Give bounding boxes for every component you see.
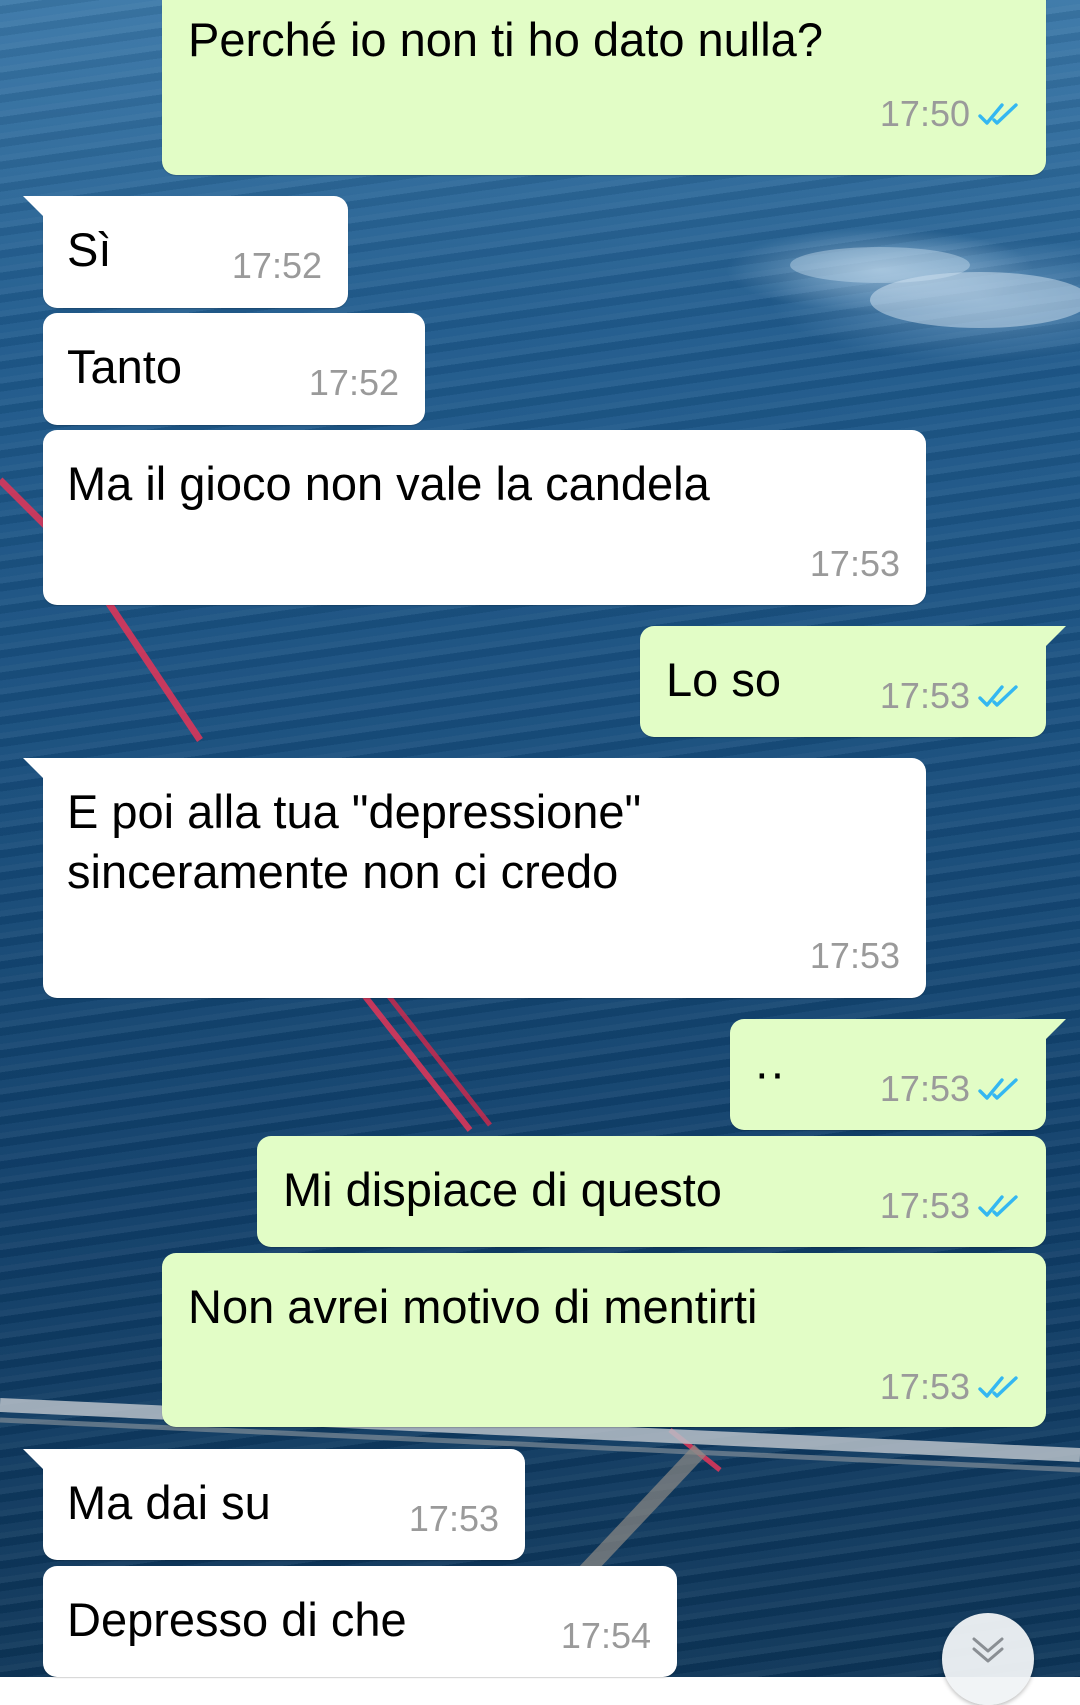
message-time: 17:53: [408, 1498, 499, 1539]
message-meta: 17:53: [880, 1367, 1020, 1407]
message-meta: 17:53: [810, 544, 900, 584]
message-text: Ma il gioco non vale la candela: [67, 457, 710, 510]
message-text: E poi alla tua "depressione" sincerament…: [67, 785, 642, 898]
message-bubble-incoming[interactable]: Sì 17:52: [23, 196, 348, 308]
message-meta: 17:54: [561, 1616, 651, 1656]
message-time: 17:53: [879, 675, 970, 716]
message-meta: 17:52: [232, 246, 322, 286]
message-bubble-incoming[interactable]: Ma dai su 17:53: [23, 1449, 525, 1560]
message-meta: 17:53: [409, 1499, 499, 1539]
message-meta: 17:53: [810, 936, 900, 976]
message-bubble-outgoing[interactable]: Mi dispiace di questo 17:53: [257, 1136, 1046, 1247]
message-bubble-incoming[interactable]: E poi alla tua "depressione" sincerament…: [23, 758, 926, 998]
message-text: Mi dispiace di questo: [283, 1163, 722, 1216]
message-text: Perché io non ti ho dato nulla?: [188, 13, 823, 66]
message-text: ··: [754, 1046, 786, 1099]
chevron-double-down-icon: [972, 1637, 1004, 1663]
double-check-icon: [978, 1078, 1018, 1100]
message-bubble-outgoing[interactable]: ·· 17:53: [730, 1019, 1066, 1130]
message-list[interactable]: Perché io non ti ho dato nulla? 17:50 Sì…: [0, 0, 1080, 1677]
message-time: 17:53: [879, 1366, 970, 1407]
message-text: Lo so: [666, 653, 781, 706]
message-time: 17:52: [308, 362, 399, 403]
message-text: Ma dai su: [67, 1476, 271, 1529]
message-time: 17:52: [231, 245, 322, 286]
message-time: 17:53: [809, 935, 900, 976]
message-meta: 17:52: [309, 363, 399, 403]
message-time: 17:53: [879, 1068, 970, 1109]
message-bubble-incoming[interactable]: Tanto 17:52: [43, 313, 425, 425]
message-time: 17:50: [879, 93, 970, 134]
message-meta: 17:53: [880, 1069, 1020, 1109]
message-time: 17:53: [809, 543, 900, 584]
double-check-icon: [978, 1376, 1018, 1398]
double-check-icon: [978, 103, 1018, 125]
message-bubble-incoming[interactable]: Depresso di che 17:54: [43, 1566, 677, 1677]
message-bubble-outgoing[interactable]: Perché io non ti ho dato nulla? 17:50: [162, 0, 1066, 175]
message-text: Non avrei motivo di mentirti: [188, 1280, 758, 1333]
message-text: Depresso di che: [67, 1593, 407, 1646]
message-bubble-outgoing[interactable]: Lo so 17:53: [640, 626, 1066, 737]
message-bubble-outgoing[interactable]: Non avrei motivo di mentirti 17:53: [162, 1253, 1046, 1427]
double-check-icon: [978, 685, 1018, 707]
message-text: Sì: [67, 223, 112, 276]
scroll-to-bottom-button[interactable]: [942, 1613, 1034, 1705]
message-text: Tanto: [67, 340, 182, 393]
double-check-icon: [978, 1195, 1018, 1217]
message-meta: 17:53: [880, 1186, 1020, 1226]
message-meta: 17:53: [880, 676, 1020, 716]
message-time: 17:53: [879, 1185, 970, 1226]
message-meta: 17:50: [880, 94, 1020, 134]
message-bubble-incoming[interactable]: Ma il gioco non vale la candela 17:53: [43, 430, 926, 605]
message-time: 17:54: [560, 1615, 651, 1656]
